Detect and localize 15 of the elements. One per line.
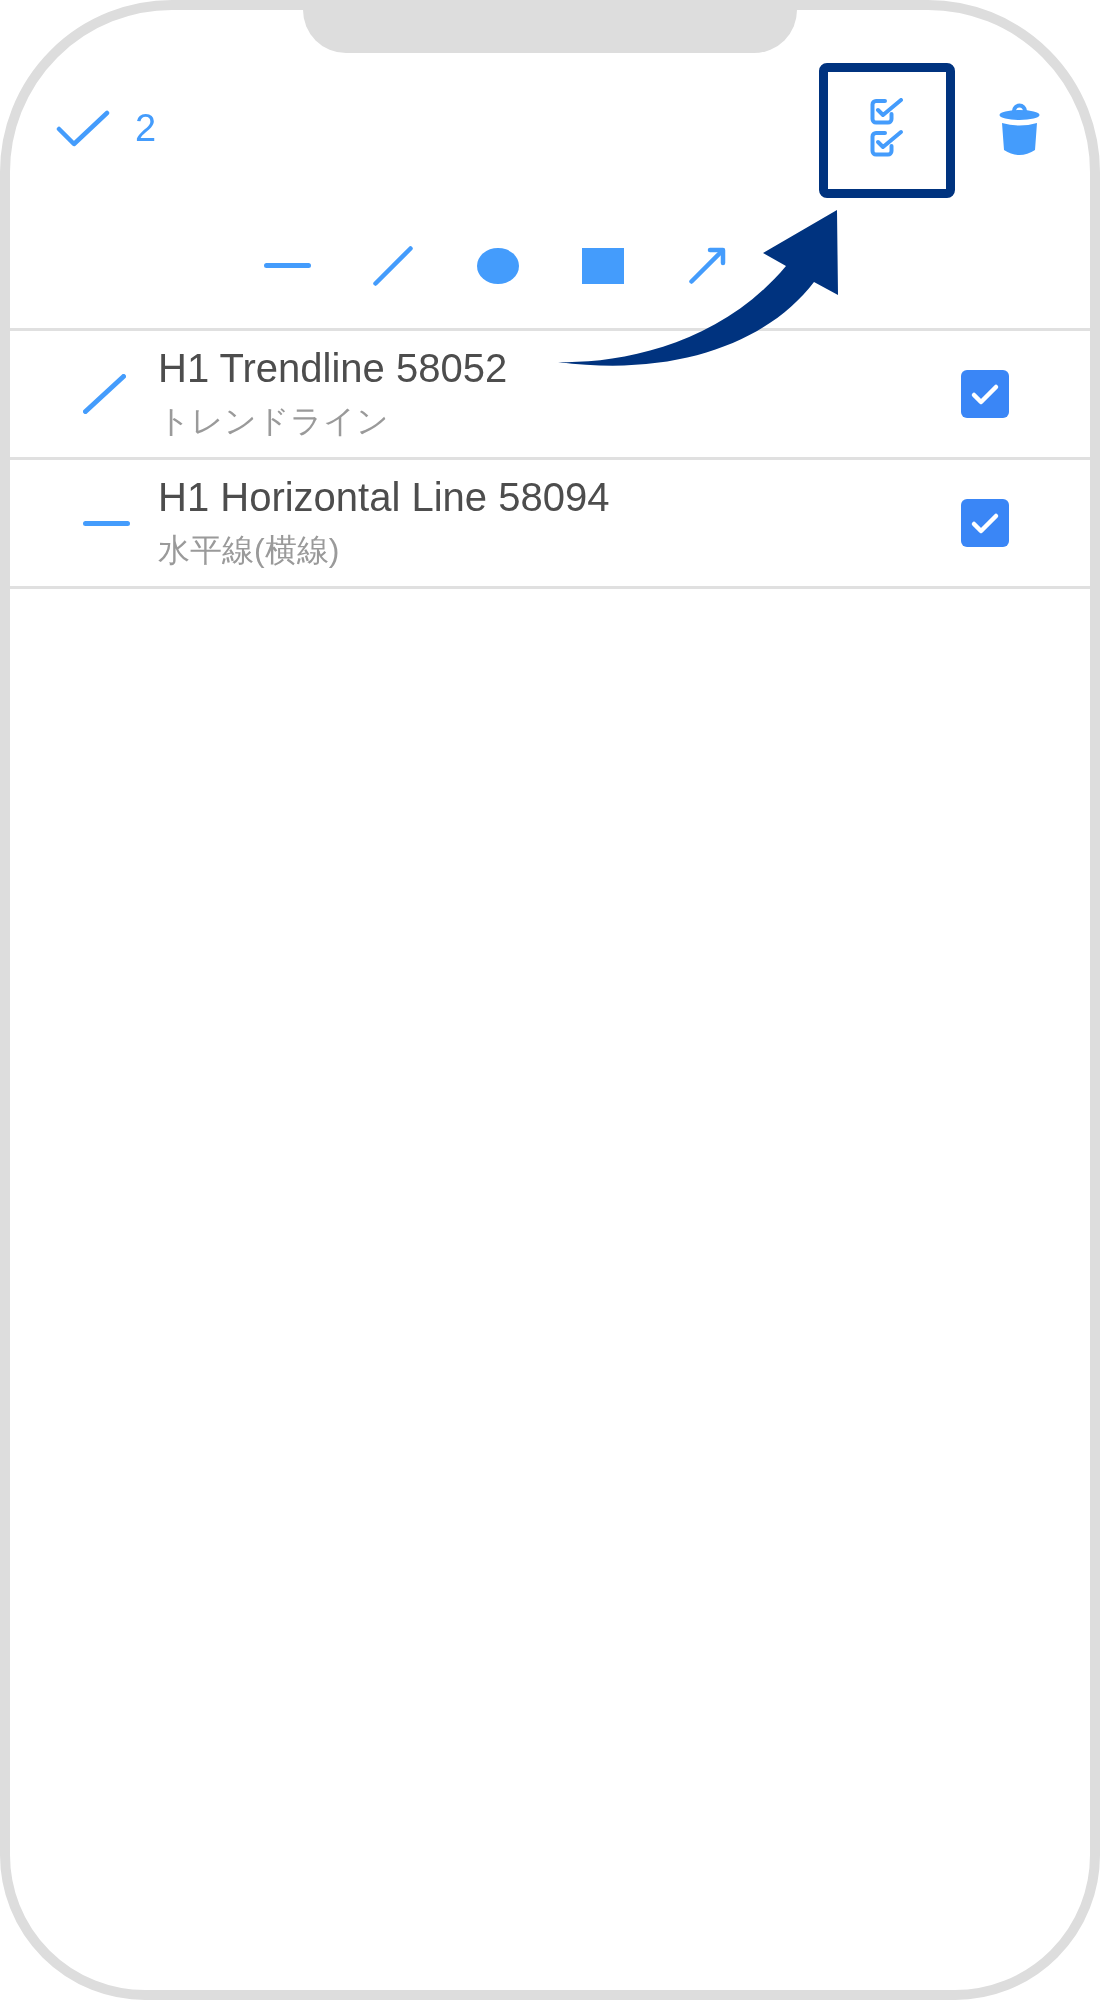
checkbox[interactable] [961, 370, 1009, 418]
check-icon[interactable] [56, 109, 110, 147]
object-name: H1 Trendline 58052 [158, 345, 508, 391]
rectangle-icon[interactable] [581, 247, 624, 284]
object-type: 水平線(横線) [158, 531, 340, 570]
checkbox[interactable] [961, 499, 1009, 547]
arrow-icon[interactable] [689, 247, 726, 284]
ellipse-icon[interactable] [476, 247, 519, 284]
horizontal-line-icon [83, 520, 130, 526]
diagonal-line-icon[interactable] [372, 245, 413, 286]
diagonal-line-icon [83, 374, 126, 414]
object-name: H1 Horizontal Line 58094 [158, 474, 610, 520]
checklist-icon[interactable] [870, 98, 904, 158]
selected-count: 2 [135, 106, 157, 150]
object-type: トレンドライン [158, 402, 389, 441]
